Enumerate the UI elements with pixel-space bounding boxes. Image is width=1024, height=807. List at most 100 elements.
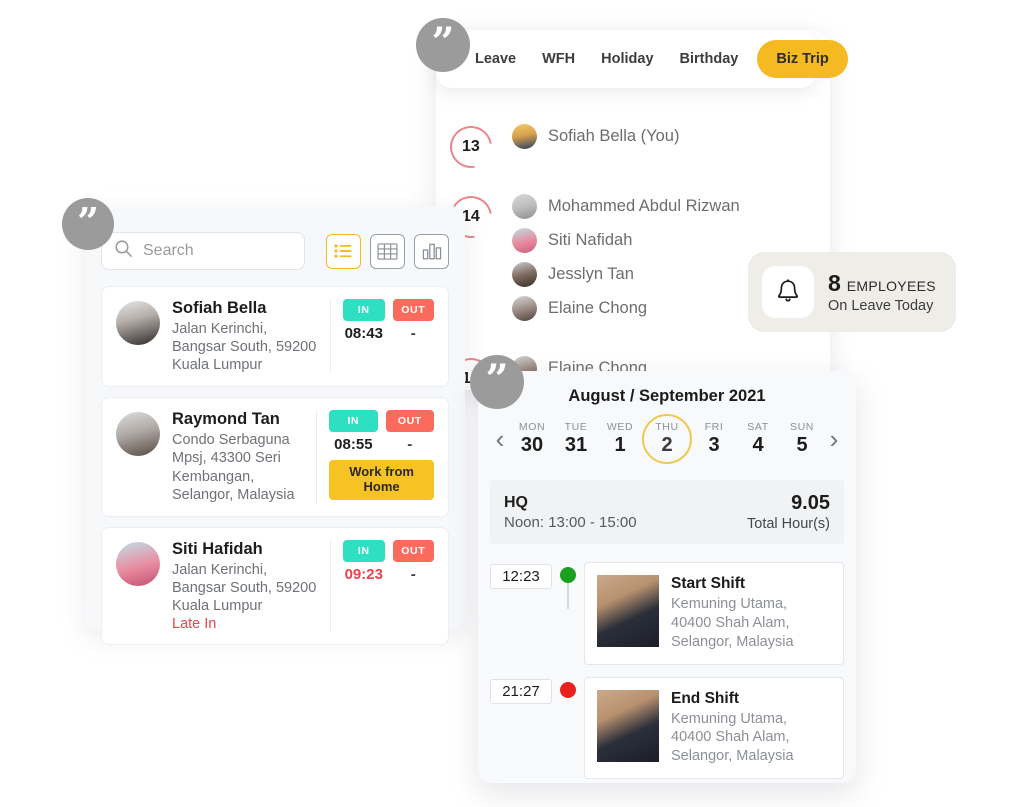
leave-tabs: Leave WFH Holiday Birthday Biz Trip [436,30,848,88]
search-input[interactable] [143,242,292,260]
employee-info: Raymond Tan Condo Serbaguna Mpsj, 43300 … [102,410,316,503]
timeline-address: Kemuning Utama, 40400 Shah Alam, Selango… [671,596,794,650]
timeline-address: Kemuning Utama, 40400 Shah Alam, Selango… [671,710,794,765]
tab-biz-trip[interactable]: Biz Trip [757,40,848,78]
list-item[interactable]: Mohammed Abdul Rizwan [512,194,830,219]
attendance-times: IN OUT 08:55 - Work from Home [316,410,448,504]
quote-badge-icon: ” [62,198,114,250]
weekday-label: TUE [564,421,588,433]
table-view-button[interactable] [370,233,405,269]
in-time: 08:43 [344,325,383,342]
out-time: - [410,565,416,583]
in-time: 09:23 [344,565,383,583]
avatar [116,301,160,345]
timeline-entry[interactable]: 21:27 End Shift Kemuning Utama, 40400 Sh… [490,676,844,780]
avatar [512,296,537,321]
list-view-button[interactable] [326,233,361,269]
timeline-rail [552,562,584,609]
day-tue[interactable]: TUE 31 [554,416,598,462]
out-time: - [407,436,413,454]
employee-name: Raymond Tan [172,410,280,429]
timesheet-panel: August / September 2021 ‹ MON 30 TUE 31 … [478,371,856,783]
table-row[interactable]: Raymond Tan Condo Serbaguna Mpsj, 43300 … [101,397,449,517]
tab-wfh[interactable]: WFH [529,51,588,67]
chart-view-button[interactable] [414,233,449,269]
timeline-rail [552,677,584,698]
timeline-entry[interactable]: 12:23 Start Shift Kemuning Utama, 40400 … [490,562,844,665]
timeline-title: End Shift [671,689,740,707]
tab-birthday[interactable]: Birthday [667,51,752,67]
weekday-label: THU [655,421,679,433]
table-row[interactable]: Sofiah Bella Jalan Kerinchi, Bangsar Sou… [101,286,449,388]
day-number: 3 [708,434,720,456]
employee-name: Sofiah Bella [172,299,267,317]
employees-text: 8 EMPLOYEES On Leave Today [828,270,936,314]
attendance-times: IN OUT 09:23 - [330,539,448,633]
day-fri[interactable]: FRI 3 [692,416,736,462]
day-wed[interactable]: WED 1 [598,416,642,462]
employee-info: Sofiah Bella Jalan Kerinchi, Bangsar Sou… [102,299,330,374]
timeline-dot-end-icon [560,681,576,698]
leave-list: 13 Sofiah Bella (You) 14 Mohammed Abdul … [436,102,830,390]
leave-person-name: Elaine Chong [548,299,648,317]
late-label: Late In [172,616,217,633]
out-badge: OUT [385,410,435,433]
weekday-label: WED [606,421,634,433]
timeline-title: Start Shift [671,575,746,592]
in-time: 08:55 [334,436,373,454]
day-mon[interactable]: MON 30 [510,416,554,462]
attendance-panel: Sofiah Bella Jalan Kerinchi, Bangsar Sou… [85,206,465,646]
bell-icon [762,266,814,318]
search-icon [114,239,133,263]
leave-person-name: Siti Nafidah [548,231,633,249]
employees-on-leave-card: 8 EMPLOYEES On Leave Today [748,252,956,332]
weekday-label: FRI [704,421,724,433]
list-item[interactable]: Siti Nafidah [512,228,830,253]
in-badge: IN [343,299,385,321]
timeline-time: 12:23 [490,564,552,589]
day-number: 5 [796,434,808,456]
leave-group: 13 Sofiah Bella (You) [436,117,830,177]
attendance-toolbar [85,206,465,270]
employees-count: 8 [828,270,841,296]
avatar [512,124,537,149]
shift-photo [597,689,659,762]
screenshot-root: 13 Sofiah Bella (You) 14 Mohammed Abdul … [0,0,1024,807]
employee-address: Jalan Kerinchi, Bangsar South, 59200 Kua… [172,320,317,374]
search-box[interactable] [101,232,305,270]
total-hours-label: Total Hour(s) [747,516,830,532]
quote-badge-icon: ” [416,18,470,72]
shift-location-block: HQ Noon: 13:00 - 15:00 [504,494,637,531]
in-badge: IN [343,539,385,562]
day-sat[interactable]: SAT 4 [736,416,780,462]
employee-address: Condo Serbaguna Mpsj, 43300 Seri Kembang… [172,432,295,503]
table-row[interactable]: Siti Hafidah Jalan Kerinchi, Bangsar Sou… [101,526,449,646]
shift-noon-break: Noon: 13:00 - 15:00 [504,513,637,531]
tab-leave[interactable]: Leave [462,51,529,67]
avatar [512,228,537,253]
day-number: 30 [520,434,544,456]
shift-timeline: 12:23 Start Shift Kemuning Utama, 40400 … [478,544,856,780]
employee-info: Siti Hafidah Jalan Kerinchi, Bangsar Sou… [102,540,330,632]
day-thu-selected[interactable]: THU 2 [642,414,692,464]
weekday-label: SUN [790,421,814,433]
leave-person-name: Mohammed Abdul Rizwan [548,197,740,215]
employees-subtitle: On Leave Today [828,298,934,314]
day-number: 1 [614,434,626,456]
leave-people: Sofiah Bella (You) [512,124,830,158]
day-sun[interactable]: SUN 5 [780,416,824,462]
status-badge: Work from Home [329,460,434,501]
list-item[interactable]: Sofiah Bella (You) [512,124,830,149]
in-badge: IN [329,410,378,433]
chevron-right-icon[interactable]: › [824,426,844,452]
out-badge: OUT [392,539,434,562]
total-hours-value: 9.05 [791,492,830,514]
tab-holiday[interactable]: Holiday [588,51,666,67]
quote-badge-icon: ” [470,355,524,409]
avatar [116,541,160,586]
chevron-left-icon[interactable]: ‹ [490,426,510,452]
employee-name: Siti Hafidah [172,539,263,558]
leave-day-number: 13 [462,137,480,155]
leave-day-ring: 13 [441,117,501,177]
attendance-times: IN OUT 08:43 - [330,299,448,375]
